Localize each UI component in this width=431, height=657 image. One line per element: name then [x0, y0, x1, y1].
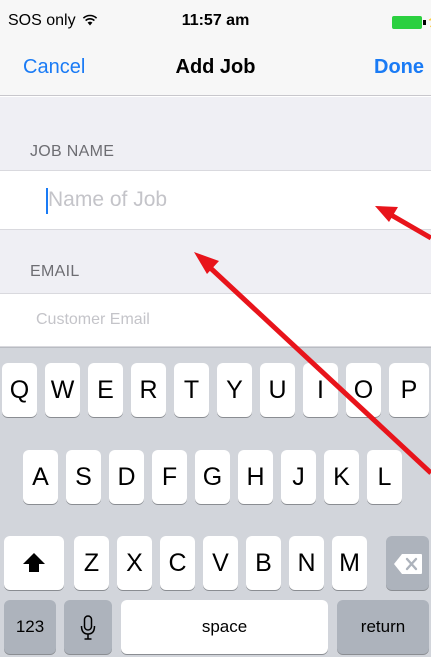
charging-bolt-icon: ⚡	[426, 11, 431, 28]
key-e[interactable]: E	[88, 363, 123, 417]
key-r[interactable]: R	[131, 363, 166, 417]
key-v[interactable]: V	[203, 536, 238, 590]
shift-icon	[23, 553, 45, 572]
key-s[interactable]: S	[66, 450, 101, 504]
numbers-key[interactable]: 123	[4, 600, 56, 654]
shift-button[interactable]	[4, 536, 64, 590]
key-a[interactable]: A	[23, 450, 58, 504]
key-k[interactable]: K	[324, 450, 359, 504]
key-d[interactable]: D	[109, 450, 144, 504]
key-q[interactable]: Q	[2, 363, 37, 417]
email-header: EMAIL	[30, 263, 80, 280]
key-w[interactable]: W	[45, 363, 80, 417]
key-x[interactable]: X	[117, 536, 152, 590]
job-name-row[interactable]	[0, 170, 431, 230]
email-row[interactable]	[0, 293, 431, 347]
dictation-button[interactable]	[64, 600, 112, 654]
key-c[interactable]: C	[160, 536, 195, 590]
key-t[interactable]: T	[174, 363, 209, 417]
key-h[interactable]: H	[238, 450, 273, 504]
key-z[interactable]: Z	[74, 536, 109, 590]
key-i[interactable]: I	[303, 363, 338, 417]
key-j[interactable]: J	[281, 450, 316, 504]
delete-icon	[393, 554, 422, 574]
status-bar: SOS only 11:57 am ⚡	[0, 0, 431, 40]
customer-email-input[interactable]	[36, 294, 416, 346]
key-b[interactable]: B	[246, 536, 281, 590]
microphone-icon	[80, 615, 96, 640]
page-title: Add Job	[175, 56, 256, 78]
add-job-form: JOB NAME EMAIL	[0, 97, 431, 347]
nav-bar: Cancel Add Job Done	[0, 40, 431, 96]
key-m[interactable]: M	[332, 536, 367, 590]
done-button[interactable]: Done	[374, 56, 424, 79]
key-p[interactable]: P	[389, 363, 429, 417]
key-u[interactable]: U	[260, 363, 295, 417]
key-n[interactable]: N	[289, 536, 324, 590]
job-name-input[interactable]	[36, 171, 416, 229]
battery-charging-icon	[392, 16, 422, 29]
key-g[interactable]: G	[195, 450, 230, 504]
space-key[interactable]: space	[121, 600, 328, 654]
delete-button[interactable]	[386, 536, 429, 590]
return-key[interactable]: return	[337, 600, 429, 654]
status-time: 11:57 am	[181, 12, 250, 29]
keyboard: Q W E R T Y U I O P A S D F G H J K L Z …	[0, 347, 431, 657]
job-name-header: JOB NAME	[30, 143, 115, 160]
key-l[interactable]: L	[367, 450, 402, 504]
key-f[interactable]: F	[152, 450, 187, 504]
key-y[interactable]: Y	[217, 363, 252, 417]
key-o[interactable]: O	[346, 363, 381, 417]
